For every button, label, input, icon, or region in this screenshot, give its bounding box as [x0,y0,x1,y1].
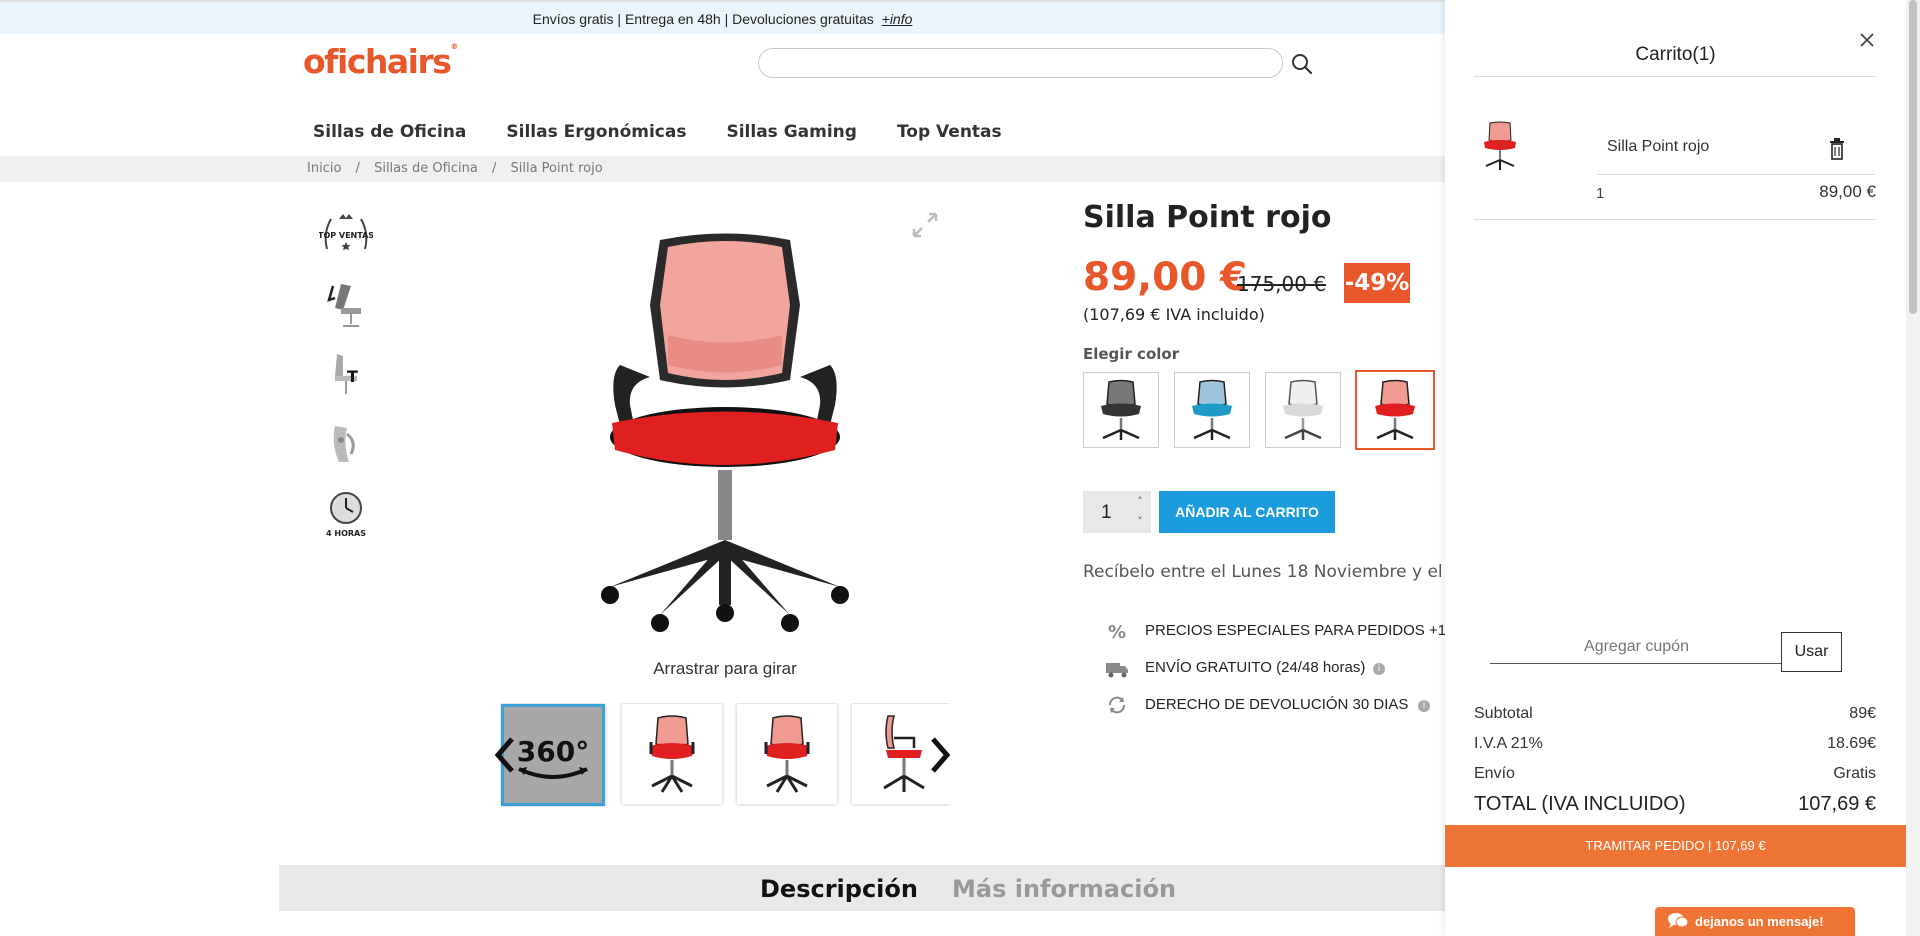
truck-icon [1106,663,1128,678]
quantity-value[interactable]: 1 [1101,502,1112,524]
total-row: TOTAL (IVA INCLUIDO) 107,69 € [1474,793,1876,821]
shipping-value: Gratis [1833,765,1876,782]
shipping-label: Envío [1474,765,1515,782]
subtotal-value: 89€ [1849,705,1876,722]
nav-item-sillas-oficina[interactable]: Sillas de Oficina [313,122,466,142]
product-old-price: 175,00 € [1237,272,1327,296]
product-360-viewer[interactable] [500,205,950,645]
feature-badges: TOP VENTAS T 4 HORAS [318,205,374,555]
coupon-input[interactable] [1490,630,1783,664]
cart-title: Carrito(1) [1635,44,1716,65]
chair-image [601,233,849,632]
thumbnail-front-2[interactable] [737,704,837,804]
thumbnail-prev-icon[interactable] [490,735,520,775]
total-value: 107,69 € [1798,793,1876,815]
perk-returns-text: DERECHO DE DEVOLUCIÓN 30 DIAS [1145,696,1409,713]
product-price: 89,00 € [1083,255,1248,300]
lumbar-support-icon [318,415,374,473]
add-to-cart-button[interactable]: AÑADIR AL CARRITO [1159,491,1335,533]
expand-icon[interactable] [910,210,940,240]
percent-icon: % [1108,622,1126,642]
breadcrumb-home[interactable]: Inicio [307,161,341,176]
color-swatch-negro[interactable] [1083,372,1159,448]
product-title: Silla Point rojo [1083,200,1332,235]
color-swatch-rojo[interactable] [1355,370,1435,450]
cart-divider [1474,76,1876,77]
cart-divider [1474,219,1876,220]
top-ventas-badge-icon: TOP VENTAS [318,205,374,263]
quantity-up-icon[interactable]: ˄ [1133,495,1147,509]
svg-text:%: % [1108,622,1126,642]
announcement-text: Envíos gratis | Entrega en 48h | Devoluc… [532,11,874,27]
chat-button[interactable]: dejanos un mensaje! [1655,907,1855,936]
registered-mark: ® [450,42,458,51]
nav-item-sillas-ergonomicas[interactable]: Sillas Ergonómicas [506,122,686,142]
quantity-stepper[interactable]: 1 ˄ ˅ [1083,491,1151,533]
quantity-down-icon[interactable]: ˅ [1133,515,1147,529]
breadcrumb-current: Silla Point rojo [510,161,603,176]
color-swatch-azul[interactable] [1174,372,1250,448]
main-nav: Sillas de Oficina Sillas Ergonómicas Sil… [313,122,1002,142]
search-input[interactable] [758,48,1283,78]
perk-free-shipping-text: ENVÍO GRATUITO (24/48 horas) [1145,659,1366,676]
thumbnail-strip: 360° [500,703,950,807]
logo-text: ofichairs [303,42,452,81]
svg-text:T: T [347,367,358,386]
breadcrumb-separator: / [491,161,497,176]
top-ventas-text: TOP VENTAS [319,231,373,240]
rotate-360-label: 360° [517,735,589,768]
subtotal-row: Subtotal 89€ [1474,705,1876,729]
discount-badge: -49% [1344,263,1410,303]
breadcrumb-separator: / [355,161,360,176]
product-tabs: Descripción Más información [279,865,1445,911]
cart-item-quantity[interactable]: 1 [1596,185,1604,202]
cart-item-price: 89,00 € [1819,182,1876,201]
logo[interactable]: ofichairs® [303,42,458,81]
cart-item-name[interactable]: Silla Point rojo [1607,138,1709,156]
scrollbar-thumb[interactable] [1909,0,1917,314]
close-icon[interactable] [1857,30,1877,50]
cart-item-image[interactable] [1480,120,1520,172]
chat-button-label: dejanos un mensaje! [1695,914,1824,929]
trash-icon[interactable] [1829,138,1845,160]
breadcrumb-category[interactable]: Sillas de Oficina [374,161,478,176]
vat-label: I.V.A 21% [1474,735,1543,752]
clock-badge-text: 4 HORAS [326,529,366,538]
info-link[interactable]: +info [882,11,913,27]
subtotal-label: Subtotal [1474,705,1533,722]
nav-item-sillas-gaming[interactable]: Sillas Gaming [726,122,856,142]
breadcrumb: Inicio / Sillas de Oficina / Silla Point… [0,156,1445,182]
nav-item-top-ventas[interactable]: Top Ventas [897,122,1002,142]
vat-value: 18.69€ [1827,735,1876,752]
info-icon[interactable]: i [1373,663,1385,675]
thumbnail-front[interactable] [622,704,722,804]
drag-to-rotate-label: Arrastrar para girar [653,659,797,678]
apply-coupon-button[interactable]: Usar [1781,632,1842,672]
price-vat-note: (107,69 € IVA incluido) [1083,305,1265,324]
search-icon[interactable] [1290,52,1314,76]
total-label: TOTAL (IVA INCLUIDO) [1474,793,1686,815]
color-swatch-blanco[interactable] [1265,372,1341,448]
info-icon[interactable]: i [1418,700,1430,712]
perk-special-prices-text: PRECIOS ESPECIALES PARA PEDIDOS +1 [1145,622,1447,639]
return-icon [1109,696,1125,714]
clock-icon: 4 HORAS [318,485,374,543]
shipping-row: Envío Gratis [1474,765,1876,789]
color-label: Elegir color [1083,345,1180,363]
vat-row: I.V.A 21% 18.69€ [1474,735,1876,759]
checkout-button[interactable]: TRAMITAR PEDIDO | 107,69 € [1445,825,1906,867]
chat-bubble-icon [1668,913,1689,928]
tab-description[interactable]: Descripción [760,875,918,903]
cart-item-divider [1596,174,1876,175]
reclining-chair-icon [318,275,374,333]
thumbnail-next-icon[interactable] [925,735,955,775]
tab-more-info[interactable]: Más información [952,875,1176,903]
delivery-estimate: Recíbelo entre el Lunes 18 Noviembre y e… [1083,562,1474,582]
height-adjust-icon: T [318,345,374,403]
